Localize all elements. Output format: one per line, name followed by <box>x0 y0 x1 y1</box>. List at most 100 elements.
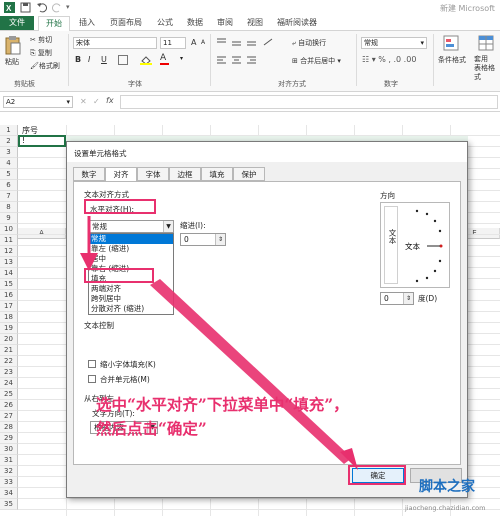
vertical-text-box[interactable]: 文本 <box>384 206 398 284</box>
row-header[interactable]: 16 <box>0 290 18 301</box>
bold-button[interactable]: B <box>75 55 81 64</box>
tab-review[interactable]: 审阅 <box>212 16 238 30</box>
copy-button[interactable]: ⎘ 复制 <box>30 48 52 58</box>
row-header[interactable]: 21 <box>0 345 18 356</box>
row-header[interactable]: 9 <box>0 213 18 224</box>
undo-icon[interactable] <box>36 2 47 13</box>
row-header[interactable]: 24 <box>0 378 18 389</box>
borders-icon[interactable] <box>118 55 128 65</box>
row-header[interactable]: 2 <box>0 136 18 147</box>
paste-icon[interactable] <box>5 35 21 55</box>
row-header[interactable]: 27 <box>0 411 18 422</box>
font-color-button[interactable]: A <box>160 53 169 65</box>
chevron-down-icon[interactable]: ▼ <box>163 221 173 232</box>
indent-input[interactable]: 0 ⇕ <box>180 233 226 246</box>
tab-foxit[interactable]: 福昕阅读器 <box>272 16 322 30</box>
align-top-icons[interactable] <box>216 37 276 47</box>
row-header[interactable]: 17 <box>0 301 18 312</box>
merge-cells-checkbox[interactable] <box>88 375 96 383</box>
spinner-icon[interactable]: ⇕ <box>215 234 225 245</box>
fill-color-icon[interactable] <box>140 55 152 65</box>
merge-center-button[interactable]: ⊞ 合并后居中 ▾ <box>292 56 341 66</box>
align-horizontal-icons[interactable] <box>216 55 276 65</box>
save-icon[interactable] <box>20 2 31 13</box>
tab-file[interactable]: 文件 <box>0 16 34 30</box>
row-header[interactable]: 6 <box>0 180 18 191</box>
row-header[interactable]: 25 <box>0 389 18 400</box>
tab-fill[interactable]: 填充 <box>201 167 233 181</box>
cut-button[interactable]: ✂ 剪切 <box>30 35 52 45</box>
tab-number[interactable]: 数字 <box>73 167 105 181</box>
tab-view[interactable]: 视图 <box>242 16 268 30</box>
row-header[interactable]: 35 <box>0 499 18 510</box>
row-header[interactable]: 19 <box>0 323 18 334</box>
orientation-dial-icon[interactable]: 文本 <box>399 203 451 289</box>
degree-input[interactable]: 0 ⇕ <box>380 292 414 305</box>
shrink-font-button[interactable]: A <box>201 39 205 46</box>
option-left[interactable]: 靠左 (缩进) <box>89 244 173 254</box>
row-header[interactable]: 15 <box>0 279 18 290</box>
option-general[interactable]: 常规 <box>89 234 173 244</box>
horizontal-align-select[interactable]: 常规 ▼ <box>88 220 174 233</box>
tab-formulas[interactable]: 公式 <box>152 16 178 30</box>
confirm-formula-icon[interactable]: ✓ <box>93 97 100 106</box>
wrap-text-button[interactable]: ⤶ 自动换行 <box>292 38 326 48</box>
orientation-widget[interactable]: 文本 文本 <box>380 202 450 288</box>
tab-page-layout[interactable]: 页面布局 <box>104 16 148 30</box>
row-header[interactable]: 33 <box>0 477 18 488</box>
cancel-formula-icon[interactable]: ✕ <box>80 97 87 106</box>
tab-font[interactable]: 字体 <box>137 167 169 181</box>
row-header[interactable]: 3 <box>0 147 18 158</box>
paste-button[interactable]: 粘贴 <box>5 57 19 67</box>
function-icon[interactable]: fx <box>106 96 114 105</box>
tab-home[interactable]: 开始 <box>38 16 70 32</box>
option-distributed[interactable]: 分散对齐 (缩进) <box>89 304 173 314</box>
row-header[interactable]: 22 <box>0 356 18 367</box>
grow-font-button[interactable]: A <box>191 38 196 47</box>
conditional-format-icon[interactable] <box>443 35 459 51</box>
font-size-select[interactable]: 11 <box>160 37 186 49</box>
row-header[interactable]: 10 <box>0 224 18 235</box>
qat-dropdown-icon[interactable]: ▾ <box>66 3 70 11</box>
option-center-across[interactable]: 跨列居中 <box>89 294 173 304</box>
row-header[interactable]: 1 <box>0 125 18 136</box>
option-center[interactable]: 居中 <box>89 254 173 264</box>
number-format-select[interactable]: 常规 ▾ <box>361 37 427 49</box>
cell-a2[interactable]: ! <box>22 136 25 145</box>
formula-input[interactable] <box>120 95 498 109</box>
row-header[interactable]: 32 <box>0 466 18 477</box>
row-header[interactable]: 12 <box>0 246 18 257</box>
row-header[interactable]: 23 <box>0 367 18 378</box>
chevron-down-icon[interactable]: ▾ <box>180 55 183 62</box>
name-box[interactable]: A2 ▾ <box>3 96 73 108</box>
row-header[interactable]: 34 <box>0 488 18 499</box>
italic-button[interactable]: I <box>88 55 90 64</box>
shrink-to-fit-checkbox[interactable] <box>88 360 96 368</box>
row-header[interactable]: 31 <box>0 455 18 466</box>
row-header[interactable]: 20 <box>0 334 18 345</box>
tab-alignment[interactable]: 对齐 <box>105 167 137 182</box>
table-format-icon[interactable] <box>478 35 494 51</box>
format-painter-button[interactable]: 🖌格式刷 <box>30 61 60 71</box>
row-header[interactable]: 29 <box>0 433 18 444</box>
row-header[interactable]: 8 <box>0 202 18 213</box>
tab-data[interactable]: 数据 <box>182 16 208 30</box>
redo-icon[interactable] <box>52 2 63 13</box>
tab-border[interactable]: 边框 <box>169 167 201 181</box>
option-justify[interactable]: 两端对齐 <box>89 284 173 294</box>
underline-button[interactable]: U <box>101 55 107 64</box>
row-header[interactable]: 4 <box>0 158 18 169</box>
row-header[interactable]: 5 <box>0 169 18 180</box>
row-header[interactable]: 28 <box>0 422 18 433</box>
row-header[interactable]: 11 <box>0 235 18 246</box>
font-name-select[interactable]: 宋体 <box>73 37 157 49</box>
row-header[interactable]: 18 <box>0 312 18 323</box>
table-format-button[interactable]: 套用 表格格式 <box>474 55 500 82</box>
row-header[interactable]: 30 <box>0 444 18 455</box>
row-header[interactable]: 26 <box>0 400 18 411</box>
row-header[interactable]: 13 <box>0 257 18 268</box>
spinner-icon[interactable]: ⇕ <box>403 293 413 304</box>
row-header[interactable]: 7 <box>0 191 18 202</box>
row-header[interactable]: 14 <box>0 268 18 279</box>
tab-insert[interactable]: 插入 <box>74 16 100 30</box>
